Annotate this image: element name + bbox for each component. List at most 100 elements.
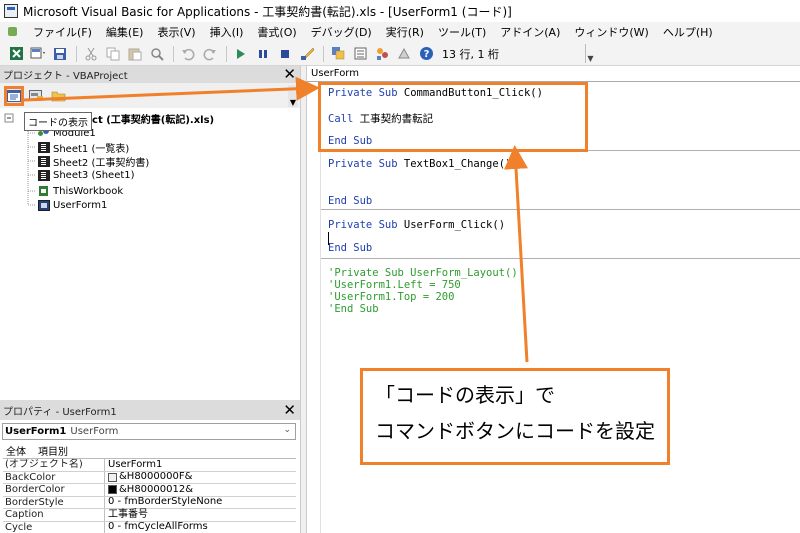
property-row[interactable]: (オブジェクト名) UserForm1 [3, 459, 296, 472]
tab-alphabetic[interactable]: 全体 [2, 443, 30, 458]
property-value[interactable]: 工事番号 [105, 509, 148, 521]
pane-splitter[interactable] [300, 66, 307, 533]
help-icon[interactable]: ? [418, 46, 434, 62]
project-tree: roject (工事契約書(転記).xls) Module1 Sheet1 (一… [0, 108, 300, 398]
project-explorer-icon[interactable] [330, 46, 346, 62]
tree-item-label: ThisWorkbook [53, 185, 124, 197]
menu-help[interactable]: ヘルプ(H) [656, 24, 720, 40]
properties-tabs: 全体 項目別 [2, 443, 76, 458]
break-icon[interactable] [255, 46, 271, 62]
property-value[interactable]: UserForm1 [105, 459, 162, 471]
menu-tools[interactable]: ツール(T) [431, 24, 493, 40]
menu-debug[interactable]: デバッグ(D) [304, 24, 379, 40]
property-row[interactable]: BorderStyle 0 - fmBorderStyleNone [3, 496, 296, 509]
property-value: &H8000000F& [119, 471, 193, 483]
object-browser-icon[interactable] [374, 46, 390, 62]
close-icon[interactable]: ✕ [283, 66, 296, 82]
menu-insert[interactable]: 挿入(I) [203, 24, 251, 40]
code-comment-line[interactable]: 'End Sub [328, 303, 379, 315]
tab-categorized[interactable]: 項目別 [34, 443, 72, 458]
reset-icon[interactable] [277, 46, 293, 62]
project-pane-toolbar [0, 83, 300, 108]
property-value[interactable]: 0 - fmBorderStyleNone [105, 496, 222, 509]
tree-item-userform1[interactable]: UserForm1 [38, 198, 107, 212]
code-line[interactable]: End Sub [328, 195, 372, 207]
code-line[interactable]: End Sub [328, 242, 372, 254]
tree-item-thisworkbook[interactable]: ThisWorkbook [38, 184, 123, 198]
toolbar-options-chevron-icon[interactable]: ▼ [585, 44, 595, 63]
tree-item-sheet3[interactable]: Sheet3 (Sheet1) [38, 168, 135, 182]
run-icon[interactable] [233, 46, 249, 62]
tree-item-label: UserForm1 [53, 199, 108, 211]
toggle-folders-icon[interactable] [48, 87, 68, 105]
object-selector-type: UserForm [70, 426, 119, 437]
tree-item-label: Sheet2 (工事契約書) [53, 157, 150, 169]
property-name: BackColor [3, 471, 105, 483]
toolbox-icon[interactable] [396, 46, 412, 62]
project-pane-title: プロジェクト - VBAProject [3, 71, 128, 82]
code-text: TextBox1_Change() [397, 158, 512, 170]
menu-run[interactable]: 実行(R) [379, 24, 431, 40]
standard-toolbar: ? 13 行, 1 桁 ▼ [0, 42, 800, 66]
property-row[interactable]: Caption 工事番号 [3, 509, 296, 522]
code-comment-line[interactable]: 'UserForm1.Top = 200 [328, 291, 454, 303]
toolbar-separator [323, 45, 324, 62]
insert-icon[interactable] [30, 46, 46, 62]
find-icon[interactable] [149, 46, 165, 62]
object-selector[interactable]: UserForm1 UserForm ⌄ [2, 423, 296, 440]
property-value-wrap[interactable]: &H8000000F& [105, 471, 193, 484]
property-name: BorderStyle [3, 496, 105, 508]
property-row[interactable]: BorderColor &H80000012& [3, 484, 296, 497]
toolbar-separator [226, 45, 227, 62]
properties-pane-title: プロパティ - UserForm1 [3, 406, 117, 418]
color-swatch [108, 485, 117, 495]
code-text: UserForm_Click() [397, 219, 506, 231]
sheet-icon [38, 169, 50, 181]
paste-icon[interactable] [127, 46, 143, 62]
procedure-separator [321, 209, 800, 210]
property-row[interactable]: Cycle 0 - fmCycleAllForms [3, 521, 296, 533]
copy-icon[interactable] [105, 46, 121, 62]
userform-icon [38, 199, 50, 211]
vba-menu-icon[interactable] [6, 25, 22, 39]
tree-item-sheet1[interactable]: Sheet1 (一覧表) [38, 140, 129, 155]
properties-grid: (オブジェクト名) UserForm1 BackColor &H8000000F… [3, 458, 296, 533]
property-value-wrap[interactable]: &H80000012& [105, 484, 193, 496]
menu-format[interactable]: 書式(O) [250, 24, 303, 40]
save-icon[interactable] [52, 46, 68, 62]
properties-icon[interactable] [352, 46, 368, 62]
code-line[interactable]: Private Sub TextBox1_Change() [328, 158, 511, 170]
project-pane-scroll-arrow[interactable]: ▼ [288, 85, 298, 107]
design-mode-icon[interactable] [299, 46, 315, 62]
menu-view[interactable]: 表示(V) [150, 24, 202, 40]
menu-bar: ファイル(F) 編集(E) 表示(V) 挿入(I) 書式(O) デバッグ(D) … [0, 22, 800, 42]
code-comment-line[interactable]: 'Private Sub UserForm_Layout() [328, 267, 518, 279]
undo-icon[interactable] [180, 46, 196, 62]
property-value[interactable]: 0 - fmCycleAllForms [105, 521, 208, 533]
property-row[interactable]: BackColor &H8000000F& [3, 471, 296, 484]
svg-text:?: ? [423, 49, 429, 60]
vba-app-icon [4, 4, 18, 18]
code-highlight-box [318, 82, 588, 152]
code-comment-line[interactable]: 'UserForm1.Left = 750 [328, 279, 461, 291]
menu-window[interactable]: ウィンドウ(W) [567, 24, 655, 40]
property-name: Cycle [3, 521, 105, 533]
tree-item-sheet2[interactable]: Sheet2 (工事契約書) [38, 154, 150, 169]
code-line[interactable]: Private Sub UserForm_Click() [328, 219, 505, 231]
redo-icon[interactable] [202, 46, 218, 62]
callout-line-2: コマンドボタンにコードを設定 [375, 419, 655, 443]
window-title: Microsoft Visual Basic for Applications … [23, 4, 512, 19]
object-selector-name: UserForm1 [5, 426, 67, 437]
menu-edit[interactable]: 編集(E) [99, 24, 151, 40]
code-keyword: Private Sub [328, 219, 398, 231]
code-keyword: Private Sub [328, 158, 398, 170]
menu-file[interactable]: ファイル(F) [26, 24, 99, 40]
code-object-dropdown[interactable]: UserForm [307, 66, 800, 82]
cut-icon[interactable] [83, 46, 99, 62]
title-bar: Microsoft Visual Basic for Applications … [0, 0, 800, 22]
view-object-icon[interactable] [26, 87, 46, 105]
menu-addins[interactable]: アドイン(A) [493, 24, 567, 40]
close-icon[interactable]: ✕ [283, 402, 296, 418]
property-value: &H80000012& [119, 483, 194, 495]
excel-icon[interactable] [8, 46, 24, 62]
